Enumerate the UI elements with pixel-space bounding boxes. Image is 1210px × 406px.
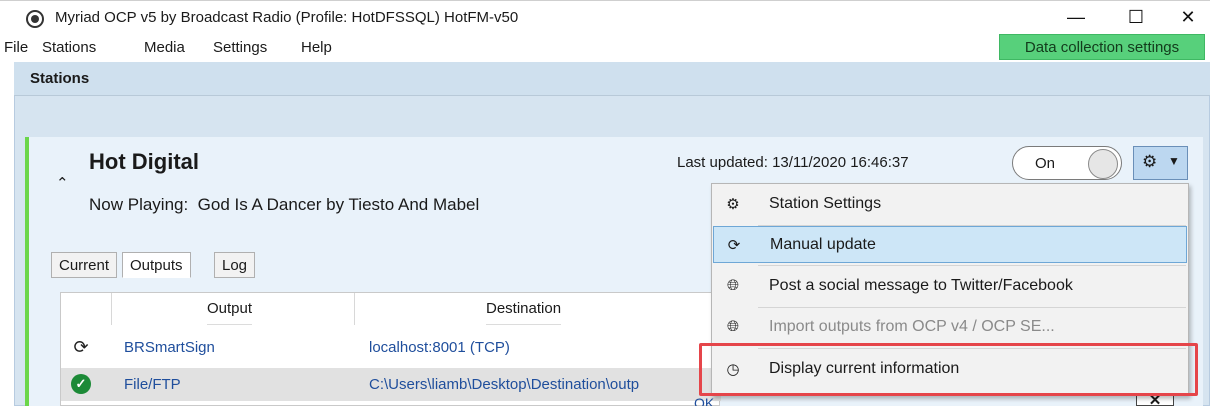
refresh-icon: ⟳ (727, 237, 741, 254)
column-divider (354, 293, 355, 325)
title-bar: Myriad OCP v5 by Broadcast Radio (Profil… (0, 0, 1210, 34)
menu-file[interactable]: File (4, 39, 28, 56)
menu-separator (758, 307, 1186, 308)
station-name: Hot Digital (89, 149, 199, 174)
last-updated: Last updated: 13/11/2020 16:46:37 (677, 154, 909, 171)
close-window-button[interactable]: ✕ (1158, 1, 1210, 34)
minimize-button[interactable]: — (1046, 1, 1106, 34)
outputs-table: Output Destination ⟳ BRSmartSign localho… (60, 292, 721, 406)
station-on-toggle[interactable]: On (1012, 146, 1122, 180)
data-collection-settings-button[interactable]: Data collection settings (999, 34, 1205, 60)
menu-separator (758, 265, 1186, 266)
annotation-highlight-box (699, 343, 1198, 396)
window-title: Myriad OCP v5 by Broadcast Radio (Profil… (55, 9, 519, 26)
menu-bar: File Stations Media Settings Help Data c… (0, 34, 1210, 60)
globe-icon: 🌐︎ (726, 277, 739, 294)
menu-settings[interactable]: Settings (213, 39, 267, 56)
station-settings-dropdown-button[interactable]: ⚙ ▼ (1133, 146, 1188, 180)
column-header-output[interactable]: Output (207, 293, 253, 325)
toggle-knob (1088, 149, 1118, 179)
menu-help[interactable]: Help (301, 39, 332, 56)
menu-item-label: Post a social message to Twitter/Faceboo… (769, 277, 1073, 294)
now-playing: Now Playing: God Is A Dancer by Tiesto A… (89, 195, 479, 215)
menu-item-label: Manual update (770, 236, 876, 253)
check-circle-icon: ✓ (71, 374, 91, 394)
destination-cell: localhost:8001 (TCP) (369, 339, 510, 356)
stations-title: Stations (30, 70, 90, 87)
sync-icon: ⟳ (73, 337, 89, 357)
menu-item-label: Station Settings (769, 195, 882, 212)
maximize-button[interactable]: ☐ (1106, 1, 1166, 34)
menu-item-label: Import outputs from OCP v4 / OCP SE... (769, 318, 1055, 335)
menu-stations[interactable]: Stations (42, 39, 96, 56)
gear-icon: ⚙ (1142, 152, 1158, 171)
now-playing-value: God Is A Dancer by Tiesto And Mabel (197, 195, 480, 214)
menu-item-station-settings[interactable]: ⚙ Station Settings (713, 186, 1187, 223)
caret-down-icon: ▼ (1168, 154, 1180, 168)
stations-header: Stations (14, 62, 1210, 96)
menu-item-import-outputs: 🌐︎ Import outputs from OCP v4 / OCP SE..… (713, 309, 1187, 346)
table-row[interactable]: ⟳ BRSmartSign localhost:8001 (TCP) (61, 331, 721, 364)
table-row[interactable]: ✓ File/FTP C:\Users\liamb\Desktop\Destin… (61, 368, 721, 401)
collapse-chevron-icon[interactable]: ⌃ (56, 174, 69, 192)
globe-icon: 🌐︎ (726, 318, 739, 335)
menu-media[interactable]: Media (144, 39, 185, 56)
output-cell: File/FTP (124, 376, 181, 393)
menu-item-manual-update[interactable]: ⟳ Manual update (713, 226, 1187, 263)
column-divider (111, 293, 112, 325)
column-header-destination[interactable]: Destination (486, 293, 562, 325)
tab-current[interactable]: Current (51, 252, 118, 278)
output-status-partial: OK (694, 395, 715, 406)
output-cell: BRSmartSign (124, 339, 215, 356)
now-playing-label: Now Playing: (89, 195, 189, 214)
destination-cell: C:\Users\liamb\Desktop\Destination\outp (369, 376, 640, 393)
menu-item-post-social[interactable]: 🌐︎ Post a social message to Twitter/Face… (713, 268, 1187, 305)
toggle-label: On (1035, 155, 1056, 172)
tab-log[interactable]: Log (214, 252, 256, 278)
gear-icon: ⚙ (726, 196, 740, 213)
app-icon (26, 10, 44, 28)
tab-outputs[interactable]: Outputs (122, 252, 191, 278)
